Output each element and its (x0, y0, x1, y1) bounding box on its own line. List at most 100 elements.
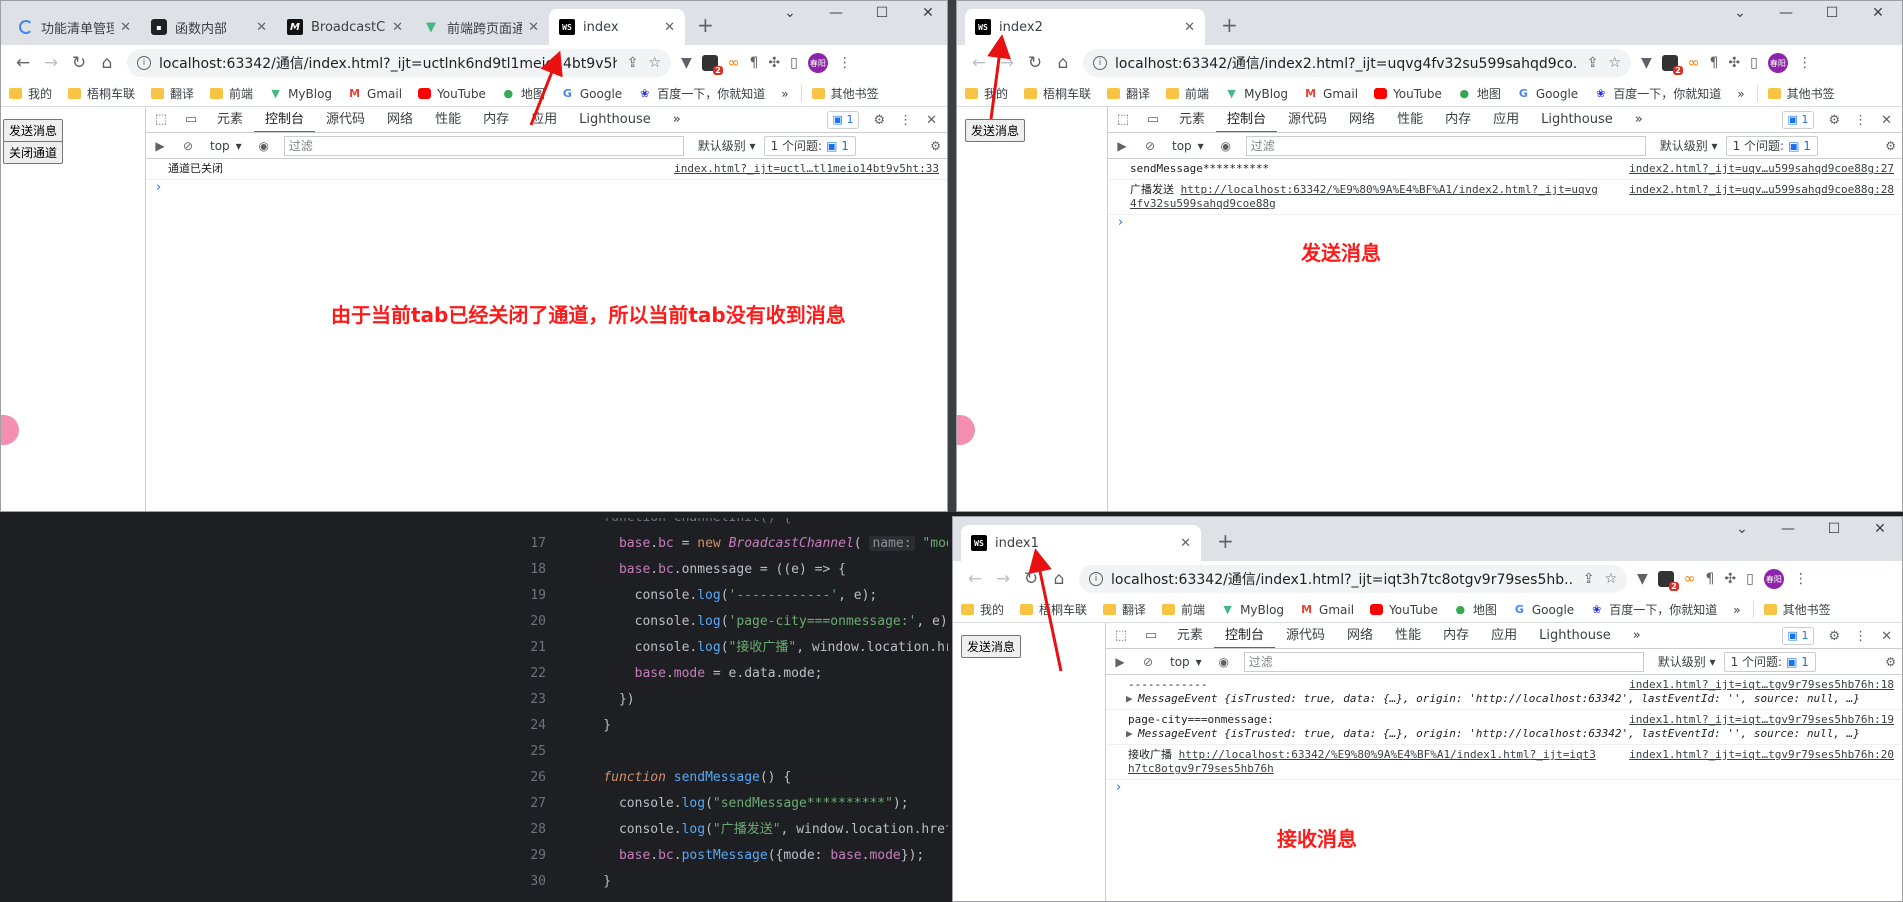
tab-network[interactable]: 网络 (376, 107, 424, 132)
bookmark-item[interactable]: ● 地图 (1458, 85, 1501, 102)
filter-input[interactable]: 过滤 (1245, 135, 1646, 156)
settings-gear-icon[interactable]: ⚙ (873, 113, 885, 128)
bookmark-item[interactable]: ▼ MyBlog (269, 87, 332, 101)
bookmark-item[interactable]: ❀ 百度一下，你就知道 (1590, 601, 1717, 618)
menu-icon[interactable]: ⋮ (1794, 571, 1808, 587)
filter-input[interactable]: 过滤 (283, 135, 684, 156)
bookmark-item[interactable]: G Google (1513, 603, 1574, 617)
sidepanel-icon[interactable]: ▯ (790, 55, 798, 71)
extension-infinity-icon[interactable]: ∞ (728, 55, 740, 71)
back-button[interactable]: ← (965, 53, 993, 73)
bookmark-item[interactable]: M Gmail (1300, 603, 1354, 617)
maximize-button[interactable]: ☐ (1811, 521, 1857, 537)
tab-memory[interactable]: 内存 (472, 107, 520, 132)
info-icon[interactable]: i (137, 56, 151, 70)
log-level-dropdown[interactable]: 默认级别 ▾ (1650, 653, 1724, 670)
tab-performance[interactable]: 性能 (424, 107, 472, 132)
menu-icon[interactable]: ⋮ (838, 55, 852, 71)
more-tabs-icon[interactable]: » (662, 107, 692, 132)
filter-input[interactable]: 过滤 (1243, 651, 1644, 672)
console-settings-icon[interactable]: ⚙ (1885, 655, 1896, 669)
translate-float-icon[interactable] (957, 415, 975, 445)
url-link[interactable]: http://localhost:63342/%E9%80%9A%E4%BF%A… (1130, 183, 1598, 210)
extension-v-icon[interactable]: ▼ (681, 55, 692, 71)
log-level-dropdown[interactable]: 默认级别 ▾ (690, 137, 764, 154)
url-link[interactable]: http://localhost:63342/%E9%80%9A%E4%BF%A… (1128, 748, 1596, 775)
eye-icon[interactable]: ◉ (250, 139, 278, 153)
settings-gear-icon[interactable]: ⚙ (1828, 629, 1840, 644)
source-link[interactable]: index.html?_ijt=uctl…tl1meio14bt9v5ht:33 (674, 162, 939, 176)
tab-lighthouse[interactable]: Lighthouse (1530, 107, 1624, 132)
bookmark-item[interactable]: 梧桐车联 (1020, 601, 1087, 618)
message-event-object[interactable]: MessageEvent {isTrusted: true, data: {…}… (1138, 692, 1860, 705)
share-icon[interactable]: ⇪ (627, 55, 639, 71)
bookmark-item[interactable]: G Google (1517, 87, 1578, 101)
menu-icon[interactable]: ⋮ (1798, 55, 1812, 71)
tab-memory[interactable]: 内存 (1434, 107, 1482, 132)
source-link[interactable]: index1.html?_ijt=iqt…tgv9r79ses5hb76h:18 (1629, 678, 1894, 692)
message-event-object[interactable]: MessageEvent {isTrusted: true, data: {…}… (1138, 727, 1860, 740)
clear-console-icon[interactable]: ⊘ (174, 139, 202, 153)
console-prompt[interactable]: › (1106, 780, 1902, 798)
sidebar-toggle-icon[interactable]: ▶ (146, 139, 174, 153)
tab-frontend-cross-page[interactable]: ▼ 前端跨页面通 ✕ (413, 9, 549, 45)
console-prompt[interactable]: › (1108, 215, 1902, 233)
more-options-icon[interactable]: ⋮ (1854, 629, 1867, 644)
tab-search-icon[interactable]: ⌄ (1719, 521, 1765, 537)
maximize-button[interactable]: ☐ (859, 5, 905, 21)
bookmark-item[interactable]: 梧桐车联 (68, 85, 135, 102)
close-icon[interactable]: ✕ (1184, 20, 1195, 35)
bookmark-item[interactable]: 前端 (210, 85, 253, 102)
tab-search-icon[interactable]: ⌄ (767, 5, 813, 21)
bookmark-other[interactable]: 其他书签 (800, 85, 879, 102)
tab-lighthouse[interactable]: Lighthouse (1528, 623, 1622, 648)
tab-application[interactable]: 应用 (1482, 107, 1530, 132)
extension-badge-icon[interactable]: 2 (701, 55, 723, 75)
context-selector[interactable]: top ▾ (1164, 139, 1212, 153)
reload-button[interactable]: ↻ (1021, 53, 1049, 73)
forward-button[interactable]: → (993, 53, 1021, 73)
bookmark-item[interactable]: ▼ MyBlog (1221, 603, 1284, 617)
extension-infinity-icon[interactable]: ∞ (1688, 55, 1700, 71)
context-selector[interactable]: top ▾ (202, 139, 250, 153)
bookmark-item[interactable]: YouTube (1374, 87, 1442, 101)
bookmark-item[interactable]: G Google (561, 87, 622, 101)
tab-sources[interactable]: 源代码 (1277, 107, 1338, 132)
context-selector[interactable]: top ▾ (1162, 655, 1210, 669)
close-icon[interactable]: ✕ (1180, 536, 1191, 551)
console-prompt[interactable]: › (146, 180, 947, 198)
log-level-dropdown[interactable]: 默认级别 ▾ (1652, 137, 1726, 154)
back-button[interactable]: ← (961, 569, 989, 589)
source-link[interactable]: index1.html?_ijt=iqt…tgv9r79ses5hb76h:20 (1629, 748, 1894, 762)
info-icon[interactable]: i (1093, 56, 1107, 70)
address-bar[interactable]: i localhost:63342/通信/index.html?_ijt=uct… (127, 49, 671, 77)
device-toggle-icon[interactable]: ▭ (1136, 628, 1166, 643)
source-link[interactable]: index1.html?_ijt=iqt…tgv9r79ses5hb76h:19 (1629, 713, 1894, 727)
bookmark-item[interactable]: ❀ 百度一下，你就知道 (1594, 85, 1721, 102)
issues-badge[interactable]: ▣ 1 (1781, 627, 1815, 645)
bookmark-item[interactable]: ❀ 百度一下，你就知道 (638, 85, 765, 102)
address-bar[interactable]: i localhost:63342/通信/index2.html?_ijt=uq… (1083, 49, 1631, 77)
bookmark-item[interactable]: 梧桐车联 (1024, 85, 1091, 102)
issues-counter[interactable]: 1 个问题: ▣ 1 (1723, 651, 1816, 672)
bookmark-item[interactable]: ● 地图 (502, 85, 545, 102)
extension-pilcrow-icon[interactable]: ¶ (749, 55, 758, 71)
issues-counter[interactable]: 1 个问题: ▣ 1 (763, 135, 856, 156)
tab-broadcastchannel[interactable]: M BroadcastCh ✕ (277, 9, 413, 45)
extension-pilcrow-icon[interactable]: ¶ (1705, 571, 1714, 587)
close-icon[interactable]: ✕ (120, 20, 131, 35)
tab-function-list[interactable]: 功能清单管理 ✕ (9, 9, 141, 45)
reload-button[interactable]: ↻ (65, 53, 93, 73)
avatar[interactable]: 春阳 (1763, 569, 1784, 589)
share-icon[interactable]: ⇪ (1583, 571, 1595, 587)
more-options-icon[interactable]: ⋮ (899, 113, 912, 128)
bookmark-other[interactable]: 其他书签 (1756, 85, 1835, 102)
share-icon[interactable]: ⇪ (1587, 55, 1599, 71)
minimize-button[interactable]: — (813, 5, 859, 21)
extension-badge-icon[interactable]: 2 (1657, 571, 1679, 591)
forward-button[interactable]: → (989, 569, 1017, 589)
settings-gear-icon[interactable]: ⚙ (1828, 113, 1840, 128)
address-bar[interactable]: i localhost:63342/通信/index1.html?_ijt=iq… (1079, 565, 1627, 593)
info-icon[interactable]: i (1089, 572, 1103, 586)
tab-elements[interactable]: 元素 (1166, 623, 1214, 648)
